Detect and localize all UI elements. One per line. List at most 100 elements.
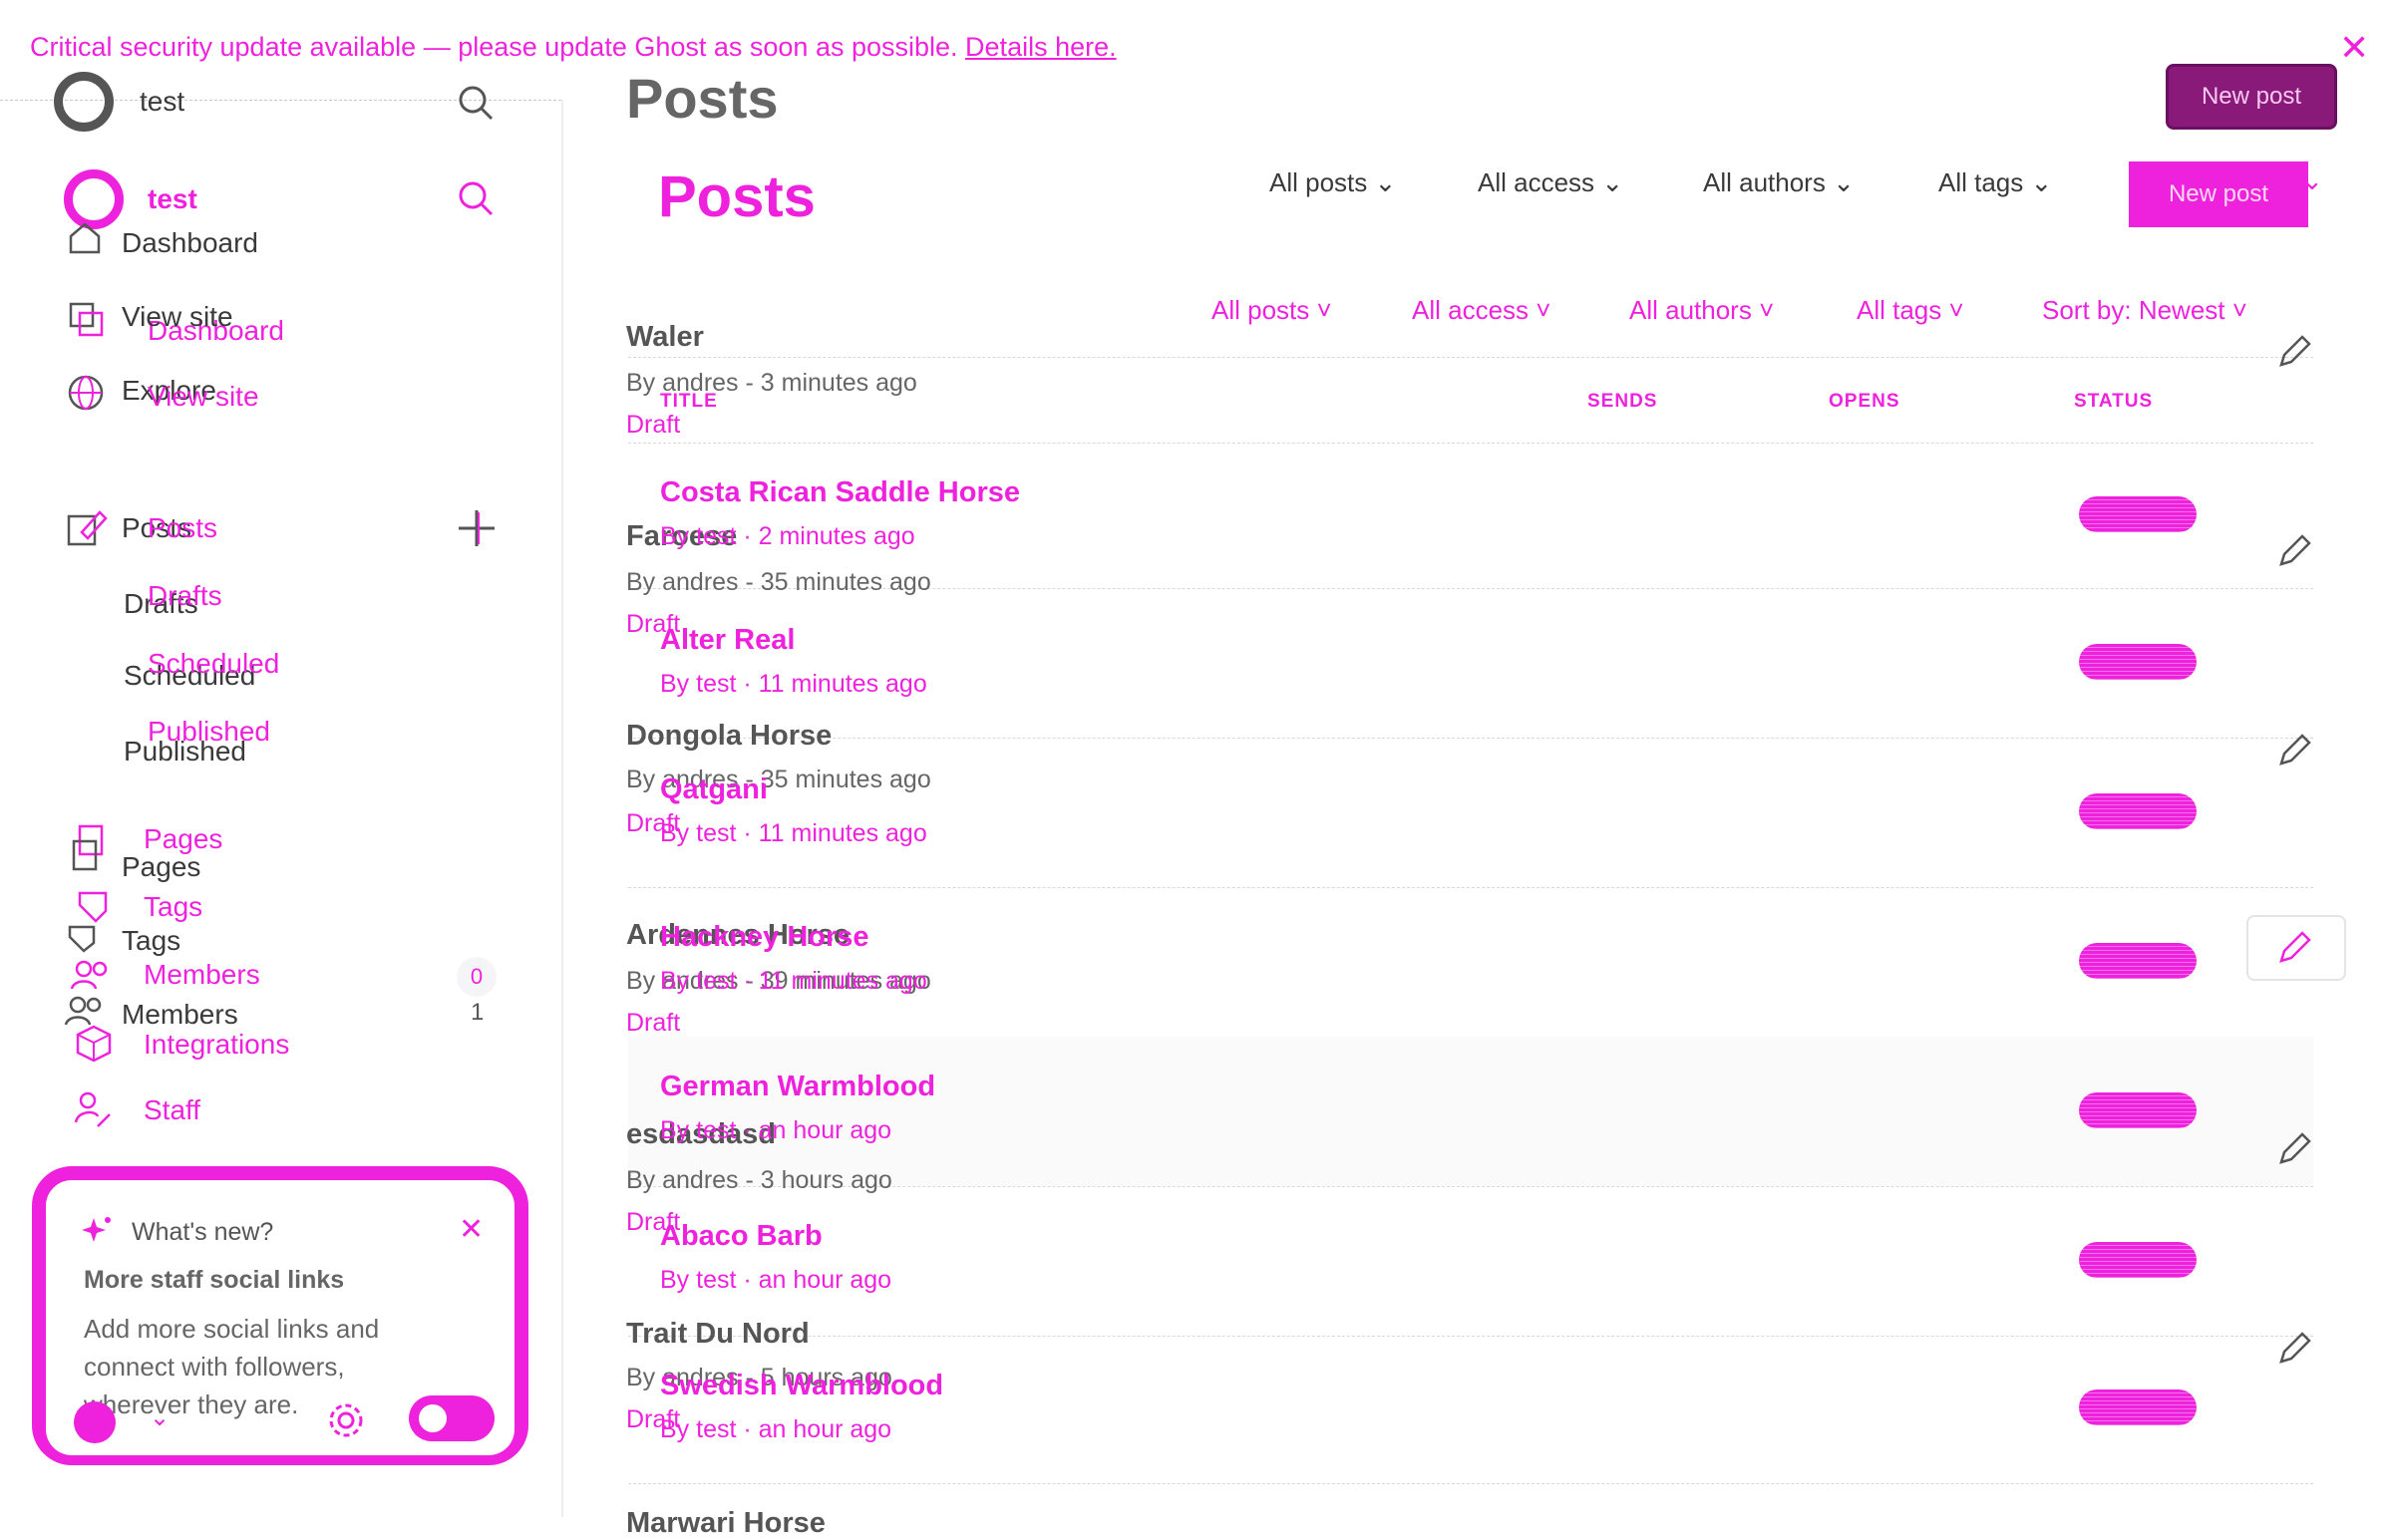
nav-pages[interactable]: Pages bbox=[122, 851, 200, 883]
post-title[interactable]: Dongola Horse bbox=[626, 720, 832, 753]
security-banner: Critical security update available — ple… bbox=[0, 0, 2393, 100]
site-name[interactable]: test bbox=[140, 86, 184, 118]
page-title: Posts bbox=[626, 67, 779, 130]
banner-message: Critical security update available — ple… bbox=[30, 32, 958, 62]
post-meta-ghost: By test · an hour ago bbox=[660, 1116, 892, 1144]
post-title-ghost[interactable]: Qatgani bbox=[660, 773, 768, 806]
toggle-knob bbox=[415, 1400, 451, 1436]
chevron-down-icon: ⌄ bbox=[1374, 167, 1397, 197]
sort-label: Sort by: Newest bbox=[2042, 295, 2225, 325]
chevron-down-icon: ⌄ bbox=[1601, 167, 1624, 197]
filter-all-authors[interactable]: All authors ⌄ bbox=[1703, 167, 1855, 198]
sparkle-icon bbox=[82, 1217, 111, 1242]
avatar[interactable] bbox=[74, 1401, 116, 1443]
close-icon[interactable]: ✕ bbox=[459, 1212, 484, 1247]
post-meta: By andres - 3 minutes ago bbox=[626, 369, 917, 397]
filter-all-access-label: All access bbox=[1478, 167, 1595, 197]
filter-all-access-ghost[interactable]: All access ˅ bbox=[1412, 295, 1550, 326]
page-title-ghost: Posts bbox=[658, 164, 816, 229]
banner-details-link[interactable]: Details here. bbox=[965, 32, 1117, 62]
whats-new-heading: What's new? bbox=[132, 1218, 274, 1246]
tag-icon bbox=[68, 891, 108, 953]
nav-members[interactable]: Members bbox=[122, 999, 238, 1031]
site-logo-ghost bbox=[64, 169, 124, 229]
filter-all-tags-label: All tags bbox=[1857, 295, 1942, 325]
column-status: STATUS bbox=[2074, 391, 2154, 412]
filter-all-authors-ghost[interactable]: All authors ˅ bbox=[1629, 295, 1774, 326]
row-hover-highlight bbox=[628, 1037, 2313, 1186]
filter-all-authors-label: All authors bbox=[1703, 167, 1826, 197]
members-count-badge: 0 bbox=[457, 957, 497, 997]
site-name-ghost: test bbox=[148, 183, 197, 214]
post-title[interactable]: Trait Du Nord bbox=[626, 1318, 810, 1351]
row-divider bbox=[628, 357, 2313, 358]
pencil-icon[interactable] bbox=[2275, 732, 2313, 770]
site-logo[interactable] bbox=[54, 72, 114, 132]
post-meta: By andres - 3 hours ago bbox=[626, 1166, 892, 1194]
filter-all-tags-ghost[interactable]: All tags ˅ bbox=[1857, 295, 1964, 326]
chevron-down-icon: ˅ bbox=[1316, 295, 1332, 325]
pencil-icon[interactable] bbox=[2275, 532, 2313, 570]
post-status: Draft bbox=[626, 411, 681, 439]
staff-icon bbox=[74, 1091, 111, 1127]
globe-icon bbox=[68, 375, 104, 411]
nav-staff[interactable]: Staff bbox=[144, 1094, 200, 1126]
post-meta-ghost: By test · 11 minutes ago bbox=[660, 967, 927, 995]
nav-tags[interactable]: Tags bbox=[122, 925, 180, 957]
plus-icon[interactable] bbox=[457, 508, 497, 548]
post-title-ghost[interactable]: German Warmblood bbox=[660, 1071, 935, 1103]
filter-all-posts[interactable]: All posts ⌄ bbox=[1269, 167, 1396, 198]
chevron-down-icon: ⌄ bbox=[2301, 165, 2323, 195]
status-badge bbox=[2079, 943, 2197, 979]
chevron-down-icon: ˅ bbox=[1759, 295, 1775, 325]
pencil-icon[interactable] bbox=[2275, 333, 2313, 371]
row-divider bbox=[628, 887, 2313, 888]
post-meta-ghost: By test · an hour ago bbox=[660, 1266, 892, 1294]
nav-drafts-ghost: Drafts bbox=[148, 580, 222, 611]
filter-all-posts-ghost[interactable]: All posts ˅ bbox=[1211, 295, 1332, 326]
gear-icon[interactable] bbox=[325, 1399, 367, 1441]
nav-integrations[interactable]: Integrations bbox=[144, 1029, 289, 1061]
close-icon[interactable]: ✕ bbox=[2339, 30, 2369, 66]
view-site-icon bbox=[69, 302, 104, 337]
pencil-icon[interactable] bbox=[2275, 1130, 2313, 1168]
chevron-down-icon: ˅ bbox=[1948, 295, 1964, 325]
search-icon bbox=[459, 181, 494, 216]
integrations-icon bbox=[76, 1025, 112, 1063]
post-title-ghost[interactable]: Alter Real bbox=[660, 624, 795, 657]
post-title[interactable]: Waler bbox=[626, 321, 704, 354]
filter-all-authors-label: All authors bbox=[1629, 295, 1752, 325]
post-title-ghost[interactable]: Hackney Horse bbox=[660, 921, 869, 954]
nav-scheduled-ghost: Scheduled bbox=[148, 648, 280, 679]
filter-all-tags[interactable]: All tags ⌄ bbox=[1938, 167, 2052, 198]
post-title-ghost[interactable]: Abaco Barb bbox=[660, 1220, 823, 1253]
pencil-icon[interactable] bbox=[2275, 929, 2313, 967]
column-sends: SENDS bbox=[1587, 391, 1658, 412]
dark-mode-toggle[interactable] bbox=[409, 1395, 495, 1441]
post-title[interactable]: Marwari Horse bbox=[626, 1507, 826, 1540]
search-icon[interactable] bbox=[457, 84, 495, 122]
members-count: 1 bbox=[471, 999, 485, 1026]
pencil-icon[interactable] bbox=[2275, 1330, 2313, 1368]
post-status: Draft bbox=[626, 1009, 681, 1037]
whats-new-title[interactable]: More staff social links bbox=[84, 1266, 344, 1295]
nav-dashboard[interactable]: Dashboard bbox=[122, 227, 258, 259]
status-badge bbox=[2079, 496, 2197, 532]
chevron-down-icon: ˅ bbox=[1536, 295, 1551, 325]
sort-dropdown[interactable]: Sort by: Newest ˅ bbox=[2042, 295, 2247, 326]
new-post-button[interactable]: New post bbox=[2166, 64, 2337, 130]
chevron-down-icon[interactable]: ⌄ bbox=[150, 1403, 170, 1432]
whats-new-body-2: connect with followers, bbox=[84, 1352, 345, 1382]
whats-new-body-1: Add more social links and bbox=[84, 1314, 380, 1344]
post-meta: By andres - 35 minutes ago bbox=[626, 568, 931, 596]
post-title-ghost[interactable]: Swedish Warmblood bbox=[660, 1370, 943, 1402]
whats-new-body-3: wherever they are. bbox=[84, 1389, 299, 1419]
row-divider bbox=[628, 443, 2313, 444]
nav-view-site-ghost: View site bbox=[148, 381, 259, 412]
filter-all-posts-label: All posts bbox=[1211, 295, 1310, 325]
post-title-ghost[interactable]: Costa Rican Saddle Horse bbox=[660, 476, 1020, 509]
filter-all-access[interactable]: All access ⌄ bbox=[1478, 167, 1623, 198]
page-icon bbox=[72, 824, 104, 871]
nav-view-site[interactable]: View site bbox=[122, 301, 233, 333]
new-post-button-ghost[interactable]: New post bbox=[2129, 161, 2308, 227]
